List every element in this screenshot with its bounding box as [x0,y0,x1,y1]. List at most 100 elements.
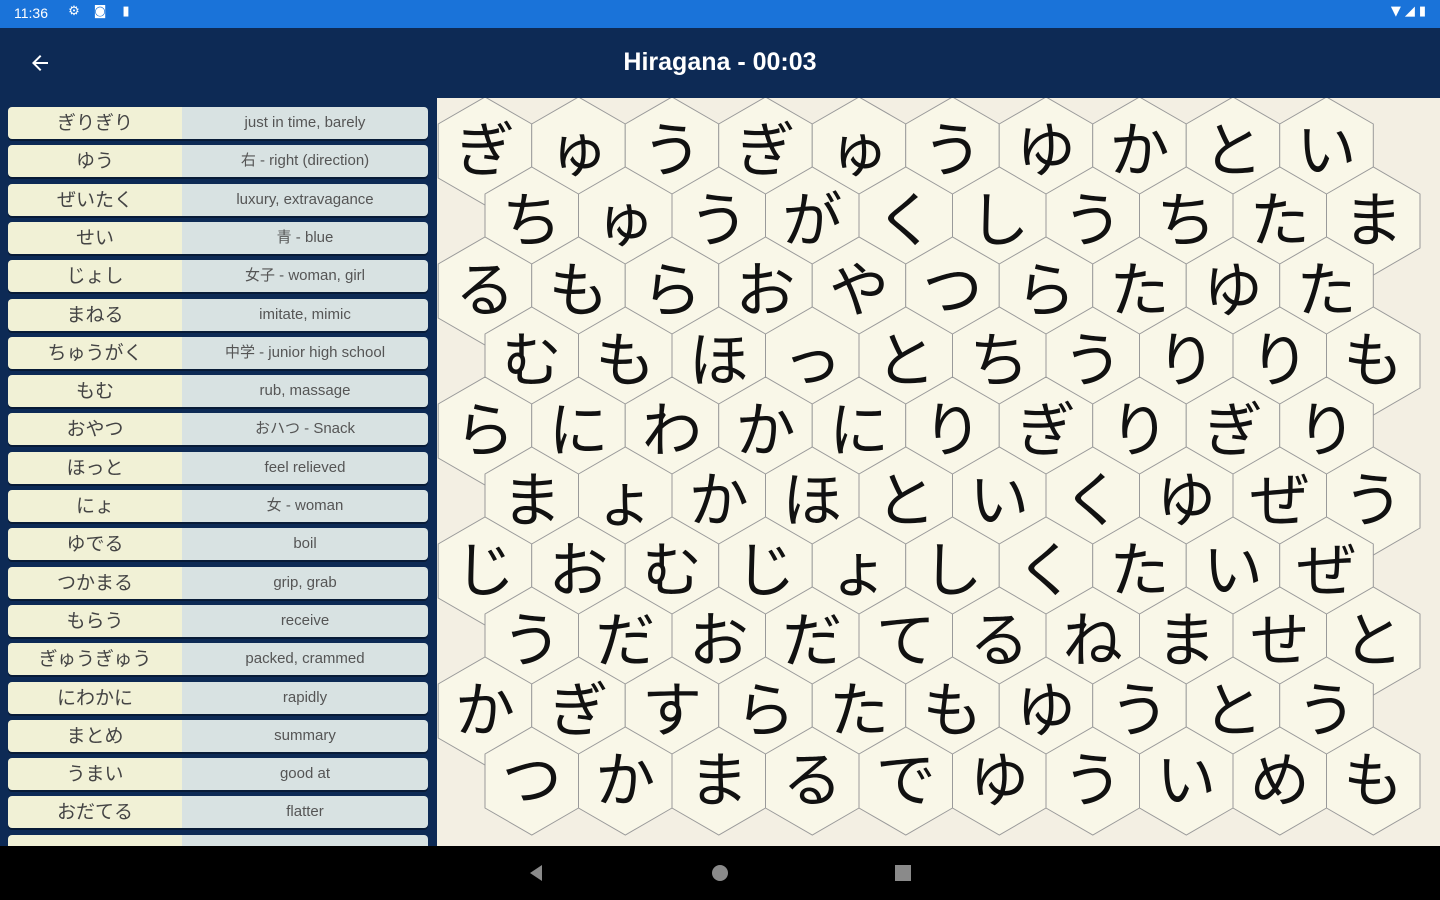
hex-kana: ち [502,187,562,257]
hex-kana: ら [736,677,796,747]
hex-kana: ら [642,257,702,327]
word-meaning: receive [182,604,428,637]
nav-home-button[interactable] [707,860,733,886]
status-time: 11:36 [14,5,48,21]
nav-recents-button[interactable] [890,860,916,886]
word-kana: ちゅうがく [8,336,182,369]
hex-kana: お [549,537,609,607]
hex-kana: う [1343,467,1403,537]
word-meaning: just in time, barely [182,107,428,139]
hex-kana: お [689,607,749,677]
puzzle-board[interactable]: ぎゅうぎゅうゆかといちゅうがくしうちたまるもらおやつらたゆたむもほっとちうりりも… [437,98,1440,846]
word-row: にわかに rapidly [8,681,428,714]
word-kana: つかまる [8,566,182,599]
hex-kana: く [1063,467,1123,537]
hex-kana: う [1297,677,1357,747]
word-kana: ぜいたく [8,183,182,216]
word-kana: ゆう [8,145,182,178]
word-row: まねる imitate, mimic [8,298,428,331]
hex-kana: る [782,747,842,817]
word-kana: うまい [8,758,182,791]
word-row [8,834,428,846]
hex-kana: く [1016,537,1076,607]
word-kana: じょし [8,260,182,293]
word-kana: ほっと [8,451,182,484]
hex-kana: や [829,257,889,327]
settings-icon: ⚙ [68,4,80,19]
hex-kana: じ [736,537,796,607]
hex-kana: っ [782,327,842,397]
word-row: ゆう右 - right (direction) [8,145,428,178]
word-meaning: 青 - blue [182,221,428,254]
word-meaning: rapidly [182,681,428,714]
hex-kana: だ [782,607,842,677]
hex-kana: と [1343,607,1403,677]
hex-kana: た [829,677,889,747]
word-row: おやつ おハつ - Snack [8,413,428,446]
hex-kana: む [502,327,562,397]
hex-kana: り [1110,397,1170,467]
hex-kana: か [736,397,796,467]
hex-kana: り [1297,397,1357,467]
word-list: ぎりぎり just in time, barely ゆう右 - right (dir… [0,98,437,846]
hex-kana: で [876,747,936,817]
hex-kana: と [876,327,936,397]
hex-kana: た [1110,537,1170,607]
hex-kana: ぎ [455,117,515,187]
word-kana: にょ [8,490,182,522]
word-row: まとめ summary [8,719,428,752]
hex-kana: う [1063,747,1123,817]
hex-kana: つ [502,747,562,817]
hex-kana: ま [689,747,749,817]
word-kana [8,834,182,846]
hex-kana: ち [1156,187,1216,257]
hex-kana: り [1156,327,1216,397]
hex-kana: い [1156,747,1216,817]
hex-kana: り [1250,327,1310,397]
word-kana: もらう [8,604,182,637]
app-bar: Hiragana - 00:03 [0,28,1440,98]
word-row: ぎりぎり just in time, barely [8,107,428,139]
battery-icon: ▮ [1418,4,1426,19]
word-row: せい青 - blue [8,221,428,254]
word-kana: まねる [8,298,182,331]
hex-kana: と [1203,117,1263,187]
word-row: ぎゅうぎゅう packed, crammed [8,643,428,676]
hex-kana: ぎ [1203,397,1263,467]
hex-kana: う [502,607,562,677]
hex-kana: う [642,117,702,187]
word-meaning: summary [182,719,428,752]
signal-icon: ◢ [1404,4,1415,19]
hex-kana: ほ [689,327,749,397]
page-title: Hiragana - 00:03 [623,48,817,76]
hex-kana: わ [642,397,702,467]
hex-kana: か [1110,117,1170,187]
status-bar: 11:36 ⚙ ◙ ▮ ▼ ◢ ▮ [0,0,1440,28]
word-row: じょし 女子 - woman, girl [8,260,428,293]
hex-kana: ゆ [1016,677,1076,747]
hex-kana: に [829,397,889,467]
hex-kana: ゆ [1203,257,1263,327]
hex-kana: お [736,257,796,327]
hex-kana: い [1203,537,1263,607]
word-row: うまい good at [8,758,428,791]
hex-kana: ょ [595,467,655,537]
navigation-bar [0,846,1440,900]
hex-kana: て [876,607,936,677]
hex-kana: る [969,607,1029,677]
hex-kana: じ [455,537,515,607]
hex-kana: ゆ [1016,117,1076,187]
hex-kana: と [876,467,936,537]
hex-kana: せ [1250,607,1310,677]
hex-kana: ゅ [829,117,889,187]
hex-kana: た [1110,257,1170,327]
hex-kana: も [1343,327,1403,397]
hex-kana: か [689,467,749,537]
word-meaning: boil [182,528,428,561]
nav-back-button[interactable] [524,860,550,886]
word-row: ほっと feel relieved [8,451,428,484]
hex-kana: た [1297,257,1357,327]
hex-grid[interactable]: ぎゅうぎゅうゆかといちゅうがくしうちたまるもらおやつらたゆたむもほっとちうりりも… [437,98,1440,846]
word-meaning: feel relieved [182,451,428,484]
hex-kana: つ [923,257,983,327]
